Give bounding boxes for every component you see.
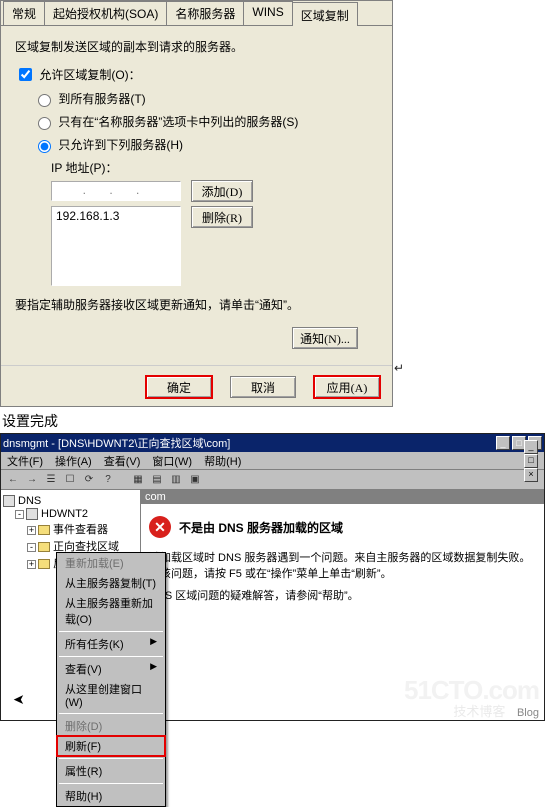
ip-list-block: IP 地址(P)： . . . 添加(D) 192.168.1.3 删除(R) — [51, 159, 378, 286]
mmc-screenshot: dnsmgmt - [DNS\HDWNT2\正向查找区域\com] _ □ × … — [0, 433, 545, 721]
ip-address-label: IP 地址(P)： — [51, 159, 378, 176]
expand-icon[interactable]: - — [15, 510, 24, 519]
ctx-all-tasks[interactable]: 所有任务(K) — [57, 634, 165, 654]
ctx-help[interactable]: 帮助(H) — [57, 786, 165, 806]
error-title: 不是由 DNS 服务器加载的区域 — [179, 519, 343, 536]
ctx-separator — [59, 713, 163, 714]
child-maximize-button[interactable]: □ — [524, 454, 538, 468]
secondary-notify-hint: 要指定辅助服务器接收区域更新通知，请单击“通知”。 — [15, 296, 378, 313]
menu-window[interactable]: 窗口(W) — [152, 453, 192, 469]
tab-name-servers[interactable]: 名称服务器 — [166, 1, 244, 25]
dialog-tabs: 常规 起始授权机构(SOA) 名称服务器 WINS 区域复制 — [1, 1, 392, 26]
help-icon[interactable]: ? — [100, 472, 116, 488]
mmc-toolbar: ← → ☰ ☐ ⟳ ? ▦ ▤ ▥ ▣ — [1, 470, 544, 490]
radio-only-ns-tab[interactable] — [38, 117, 51, 130]
server-list[interactable]: 192.168.1.3 — [51, 206, 181, 286]
ctx-reload: 重新加载(E) — [57, 553, 165, 573]
tool-icon[interactable]: ▤ — [149, 472, 165, 488]
allow-zone-transfer-checkbox[interactable] — [19, 68, 32, 81]
folder-icon — [38, 542, 50, 552]
error-line: 正该问题，请按 F5 或在“操作”菜单上单击“刷新”。 — [149, 566, 536, 582]
watermark-site: 51CTO.com — [404, 677, 539, 703]
radio-only-ns-label: 只有在“名称服务器”选项卡中列出的服务器(S) — [58, 115, 298, 129]
properties-icon[interactable]: ☐ — [62, 472, 78, 488]
child-minimize-button[interactable]: _ — [524, 440, 538, 454]
apply-button[interactable]: 应用(A) — [314, 376, 380, 398]
tool-icon[interactable]: ▥ — [168, 472, 184, 488]
refresh-icon[interactable]: ⟳ — [81, 472, 97, 488]
ok-button[interactable]: 确定 — [146, 376, 212, 398]
ctx-separator — [59, 656, 163, 657]
radio-only-listed-label: 只允许到下列服务器(H) — [58, 138, 183, 152]
mmc-titlebar: dnsmgmt - [DNS\HDWNT2\正向查找区域\com] _ □ × — [1, 434, 544, 452]
dialog-button-row: 确定 取消 应用(A) — [1, 365, 392, 398]
add-button[interactable]: 添加(D) — [191, 180, 253, 202]
ctx-separator — [59, 783, 163, 784]
radio-to-any-server[interactable] — [38, 94, 51, 107]
watermark-tag: Blog — [517, 708, 539, 719]
expand-icon[interactable]: + — [27, 560, 36, 569]
allow-zone-transfer-label: 允许区域复制(O)： — [39, 68, 140, 82]
tool-icon[interactable]: ▦ — [130, 472, 146, 488]
expand-icon[interactable]: - — [27, 543, 36, 552]
radio-to-any-label: 到所有服务器(T) — [58, 92, 145, 106]
folder-icon — [38, 559, 50, 569]
caption-text: 设置完成 — [2, 411, 545, 431]
line-break-marker: ↵ — [394, 361, 404, 375]
tab-general[interactable]: 常规 — [3, 1, 45, 25]
ctx-separator — [59, 631, 163, 632]
ctx-properties[interactable]: 属性(R) — [57, 761, 165, 781]
ctx-new-window[interactable]: 从这里创建窗口(W) — [57, 679, 165, 711]
error-line: 试加载区域时 DNS 服务器遇到一个问题。来自主服务器的区域数据复制失败。 — [149, 550, 536, 566]
mmc-menubar: 文件(F) 操作(A) 查看(V) 窗口(W) 帮助(H) _ □ × — [1, 452, 544, 470]
result-header: com — [141, 490, 544, 504]
ctx-transfer-from-master[interactable]: 从主服务器复制(T) — [57, 573, 165, 593]
up-icon[interactable]: ☰ — [43, 472, 59, 488]
tree-event-viewer[interactable]: 事件查看器 — [53, 524, 108, 536]
child-close-button[interactable]: × — [524, 468, 538, 482]
ctx-delete: 删除(D) — [57, 716, 165, 736]
folder-icon — [38, 525, 50, 535]
list-item[interactable]: 192.168.1.3 — [56, 209, 176, 223]
menu-view[interactable]: 查看(V) — [104, 453, 141, 469]
back-icon[interactable]: ← — [5, 472, 21, 488]
ctx-view[interactable]: 查看(V) — [57, 659, 165, 679]
menu-file[interactable]: 文件(F) — [7, 453, 43, 469]
notify-button[interactable]: 通知(N)... — [292, 327, 358, 349]
error-message: 试加载区域时 DNS 服务器遇到一个问题。来自主服务器的区域数据复制失败。 正该… — [149, 550, 536, 604]
delete-button[interactable]: 删除(R) — [191, 206, 253, 228]
menu-help[interactable]: 帮助(H) — [204, 453, 241, 469]
cursor-icon: ➤ — [13, 691, 25, 708]
menu-action[interactable]: 操作(A) — [55, 453, 92, 469]
watermark-sub: 技术博客 — [453, 704, 505, 719]
tree-server[interactable]: HDWNT2 — [41, 508, 88, 520]
tool-icon[interactable]: ▣ — [187, 472, 203, 488]
minimize-button[interactable]: _ — [496, 436, 510, 450]
error-line: DNS 区域问题的疑难解答，请参阅“帮助”。 — [149, 588, 536, 604]
tab-zone-transfer[interactable]: 区域复制 — [292, 2, 358, 26]
forward-icon[interactable]: → — [24, 472, 40, 488]
ip-address-input[interactable]: . . . — [51, 181, 181, 201]
error-icon: ✕ — [149, 516, 171, 538]
dns-root-icon — [3, 495, 15, 507]
watermark: 51CTO.com 技术博客 Blog — [404, 677, 539, 719]
ctx-reload-from-master[interactable]: 从主服务器重新加载(O) — [57, 593, 165, 629]
tab-wins[interactable]: WINS — [243, 1, 292, 25]
ctx-separator — [59, 758, 163, 759]
radio-only-listed[interactable] — [38, 140, 51, 153]
window-title: dnsmgmt - [DNS\HDWNT2\正向查找区域\com] — [3, 435, 230, 451]
zone-transfer-dialog: 常规 起始授权机构(SOA) 名称服务器 WINS 区域复制 区域复制发送区域的… — [0, 0, 393, 407]
tree-root[interactable]: DNS — [18, 495, 41, 507]
zone-transfer-pane: 区域复制发送区域的副本到请求的服务器。 允许区域复制(O)： 到所有服务器(T)… — [1, 26, 392, 357]
ctx-refresh[interactable]: 刷新(F) — [57, 736, 165, 756]
server-icon — [26, 508, 38, 520]
zone-transfer-description: 区域复制发送区域的副本到请求的服务器。 — [15, 38, 378, 55]
tab-soa[interactable]: 起始授权机构(SOA) — [44, 1, 167, 25]
cancel-button[interactable]: 取消 — [230, 376, 296, 398]
context-menu: 重新加载(E) 从主服务器复制(T) 从主服务器重新加载(O) 所有任务(K) … — [56, 552, 166, 807]
expand-icon[interactable]: + — [27, 526, 36, 535]
